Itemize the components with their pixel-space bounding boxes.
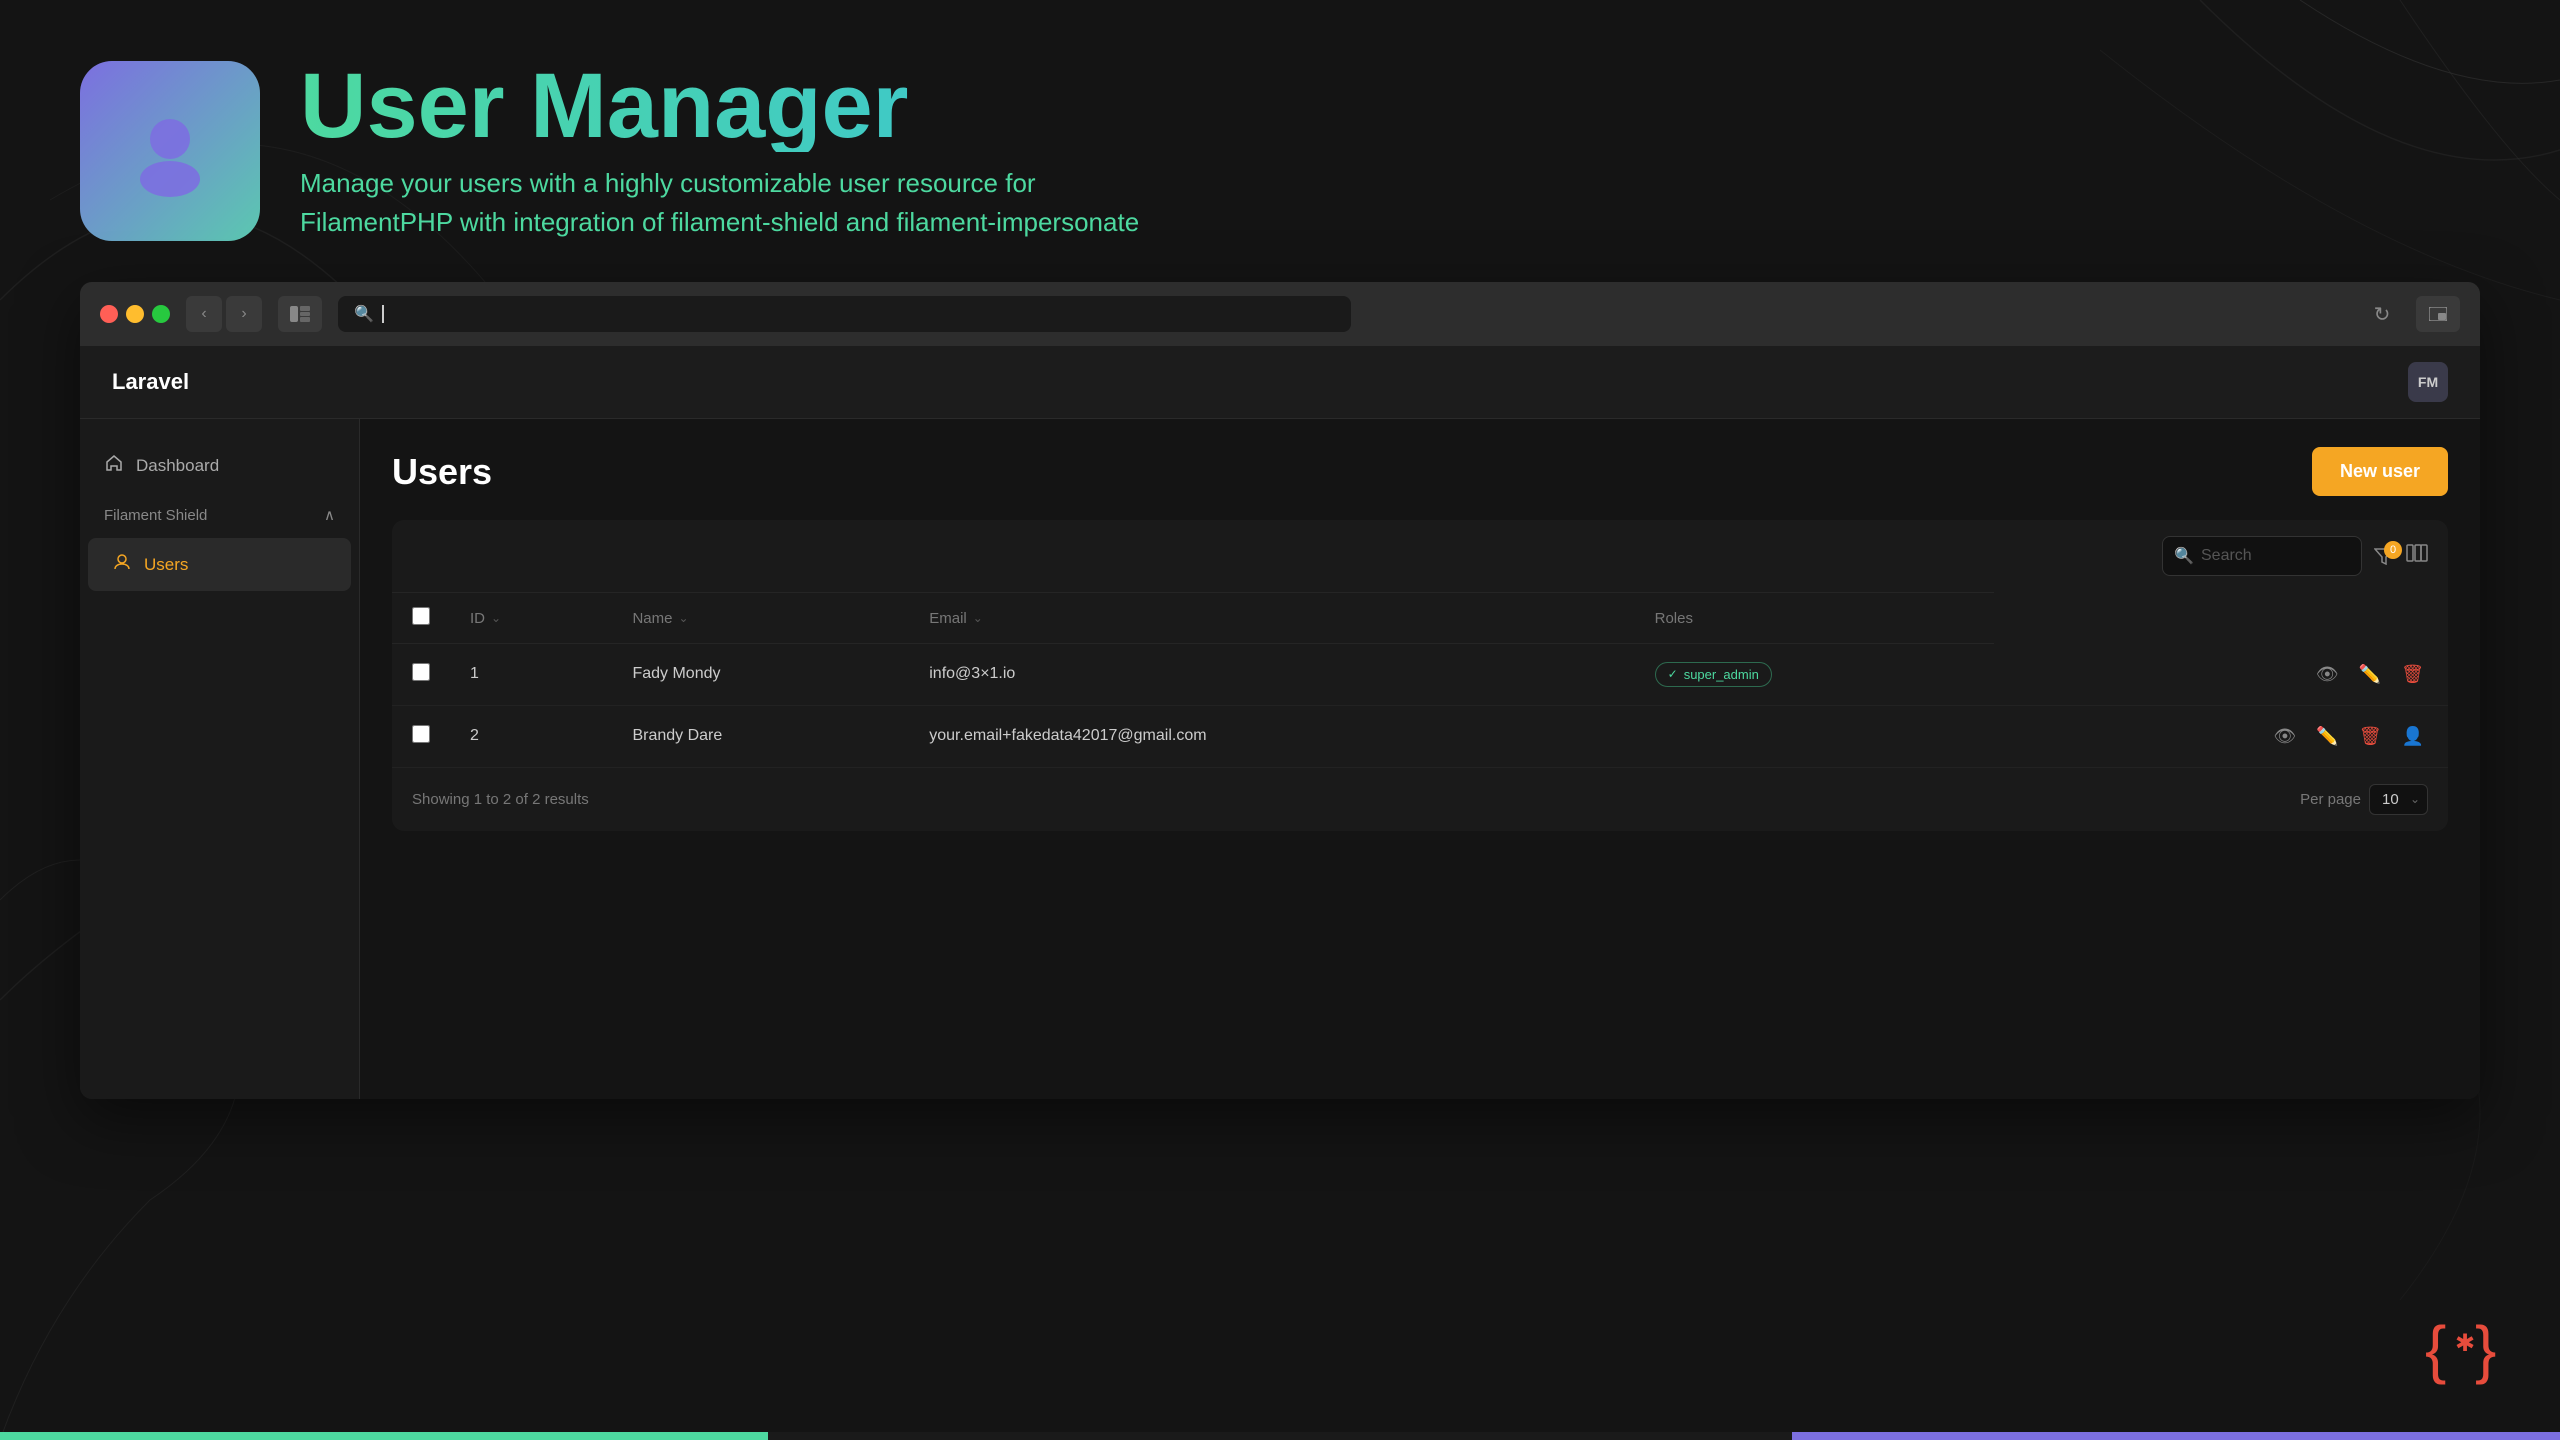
window-controls: [100, 305, 170, 323]
per-page-select[interactable]: 10 25 50: [2369, 784, 2428, 815]
table-row: 1 Fady Mondy info@3×1.io ✓ super_admin: [392, 644, 2448, 706]
edit-user-2-button[interactable]: ✏️: [2312, 722, 2342, 751]
select-all-header: [392, 593, 450, 644]
columns-button[interactable]: [2406, 544, 2428, 568]
bottom-bar-purple: [1792, 1432, 2560, 1440]
sidebar: Dashboard Filament Shield ∧ Users: [80, 419, 360, 1099]
row-1-checkbox[interactable]: [412, 663, 430, 681]
check-icon: ✓: [1668, 667, 1678, 681]
table-footer: Showing 1 to 2 of 2 results Per page 10 …: [392, 768, 2448, 831]
top-bar: Laravel FM: [80, 346, 2480, 419]
data-table: ID ⌄ Name ⌄: [392, 592, 2448, 768]
svg-text:{: {: [2425, 1313, 2446, 1385]
sidebar-item-users[interactable]: Users: [88, 538, 351, 591]
page-title: Users: [392, 451, 492, 493]
app-name: Laravel: [112, 369, 189, 395]
address-bar[interactable]: 🔍: [338, 296, 1351, 332]
row-2-email: your.email+fakedata42017@gmail.com: [909, 705, 1634, 767]
row-2-name: Brandy Dare: [612, 705, 909, 767]
back-button[interactable]: ‹: [186, 296, 222, 332]
impersonate-user-2-button[interactable]: 👤: [2398, 722, 2428, 751]
bottom-bar-dark: [768, 1432, 1792, 1440]
header-text: User Manager Manage your users with a hi…: [300, 60, 1139, 242]
sidebar-dashboard-label: Dashboard: [136, 456, 219, 476]
app-content: Dashboard Filament Shield ∧ Users: [80, 419, 2480, 1099]
page-header: Users New user: [392, 447, 2448, 496]
section-label: Filament Shield: [104, 507, 207, 524]
app-inner: Laravel FM Dashboard Filament Shield ∧: [80, 346, 2480, 1099]
role-badge-super-admin: ✓ super_admin: [1655, 662, 1772, 687]
sidebar-users-label: Users: [144, 555, 188, 575]
per-page-selector: Per page 10 25 50 ⌄: [2300, 784, 2428, 815]
row-2-id: 2: [450, 705, 612, 767]
app-subtitle: Manage your users with a highly customiz…: [300, 164, 1139, 242]
main-content: Users New user 🔍: [360, 419, 2480, 1099]
browser-window: ‹ › 🔍 ↻ Laravel FM: [80, 282, 2480, 1099]
user-icon: [112, 552, 132, 577]
row-1-actions: 👁 ✏️ 🗑: [1994, 644, 2448, 706]
nav-buttons: ‹ ›: [186, 296, 262, 332]
chevron-up-icon: ∧: [324, 506, 335, 524]
sort-icon-email: ⌄: [973, 611, 983, 625]
filter-badge: 0: [2384, 541, 2402, 559]
select-all-checkbox[interactable]: [412, 607, 430, 625]
forward-button[interactable]: ›: [226, 296, 262, 332]
table-row: 2 Brandy Dare your.email+fakedata42017@g…: [392, 705, 2448, 767]
table-container: 🔍 0: [392, 520, 2448, 831]
row-1-name: Fady Mondy: [612, 644, 909, 706]
svg-text:}: }: [2475, 1313, 2496, 1385]
hero-header: User Manager Manage your users with a hi…: [0, 0, 2560, 282]
row-2-actions: 👁 ✏️ 🗑 👤: [1994, 705, 2448, 767]
home-icon: [104, 453, 124, 478]
app-logo: [80, 61, 260, 241]
column-email[interactable]: Email ⌄: [909, 593, 1634, 644]
delete-user-2-button[interactable]: 🗑: [2355, 722, 2386, 751]
column-name[interactable]: Name ⌄: [612, 593, 909, 644]
window-pip-button[interactable]: [2416, 296, 2460, 332]
sidebar-section-filament-shield: Filament Shield ∧: [80, 492, 359, 538]
sort-icon-id: ⌄: [491, 611, 501, 625]
refresh-button[interactable]: ↻: [2364, 296, 2400, 332]
table-toolbar: 🔍 0: [392, 520, 2448, 592]
svg-text:✱: ✱: [2455, 1330, 2475, 1357]
maximize-button[interactable]: [152, 305, 170, 323]
column-roles: Roles: [1635, 593, 1994, 644]
search-icon: 🔍: [2174, 546, 2194, 566]
bottom-bar-teal: [0, 1432, 768, 1440]
per-page-label: Per page: [2300, 791, 2361, 808]
address-search-icon: 🔍: [354, 304, 374, 324]
delete-user-1-button[interactable]: 🗑: [2397, 660, 2428, 689]
sort-icon-name: ⌄: [678, 611, 688, 625]
results-text: Showing 1 to 2 of 2 results: [412, 791, 589, 808]
view-user-2-button[interactable]: 👁: [2269, 722, 2300, 751]
redocly-icon: { ✱ }: [2420, 1306, 2500, 1400]
row-2-roles: [1635, 705, 1994, 767]
row-2-checkbox[interactable]: [412, 725, 430, 743]
close-button[interactable]: [100, 305, 118, 323]
per-page-wrapper: 10 25 50 ⌄: [2369, 784, 2428, 815]
row-1-roles: ✓ super_admin: [1635, 644, 1994, 706]
search-wrapper: 🔍: [2162, 536, 2362, 576]
edit-user-1-button[interactable]: ✏️: [2355, 660, 2385, 689]
address-bar-cursor: [382, 305, 384, 323]
browser-toolbar: ‹ › 🔍 ↻: [80, 282, 2480, 346]
minimize-button[interactable]: [126, 305, 144, 323]
user-avatar[interactable]: FM: [2408, 362, 2448, 402]
column-id[interactable]: ID ⌄: [450, 593, 612, 644]
app-title: User Manager: [300, 60, 1139, 152]
filter-button[interactable]: 0: [2374, 547, 2394, 565]
bottom-bar: [0, 1432, 2560, 1440]
sidebar-toggle-button[interactable]: [278, 296, 322, 332]
row-1-id: 1: [450, 644, 612, 706]
view-user-1-button[interactable]: 👁: [2312, 660, 2343, 689]
sidebar-item-dashboard[interactable]: Dashboard: [80, 439, 359, 492]
new-user-button[interactable]: New user: [2312, 447, 2448, 496]
row-1-email: info@3×1.io: [909, 644, 1634, 706]
